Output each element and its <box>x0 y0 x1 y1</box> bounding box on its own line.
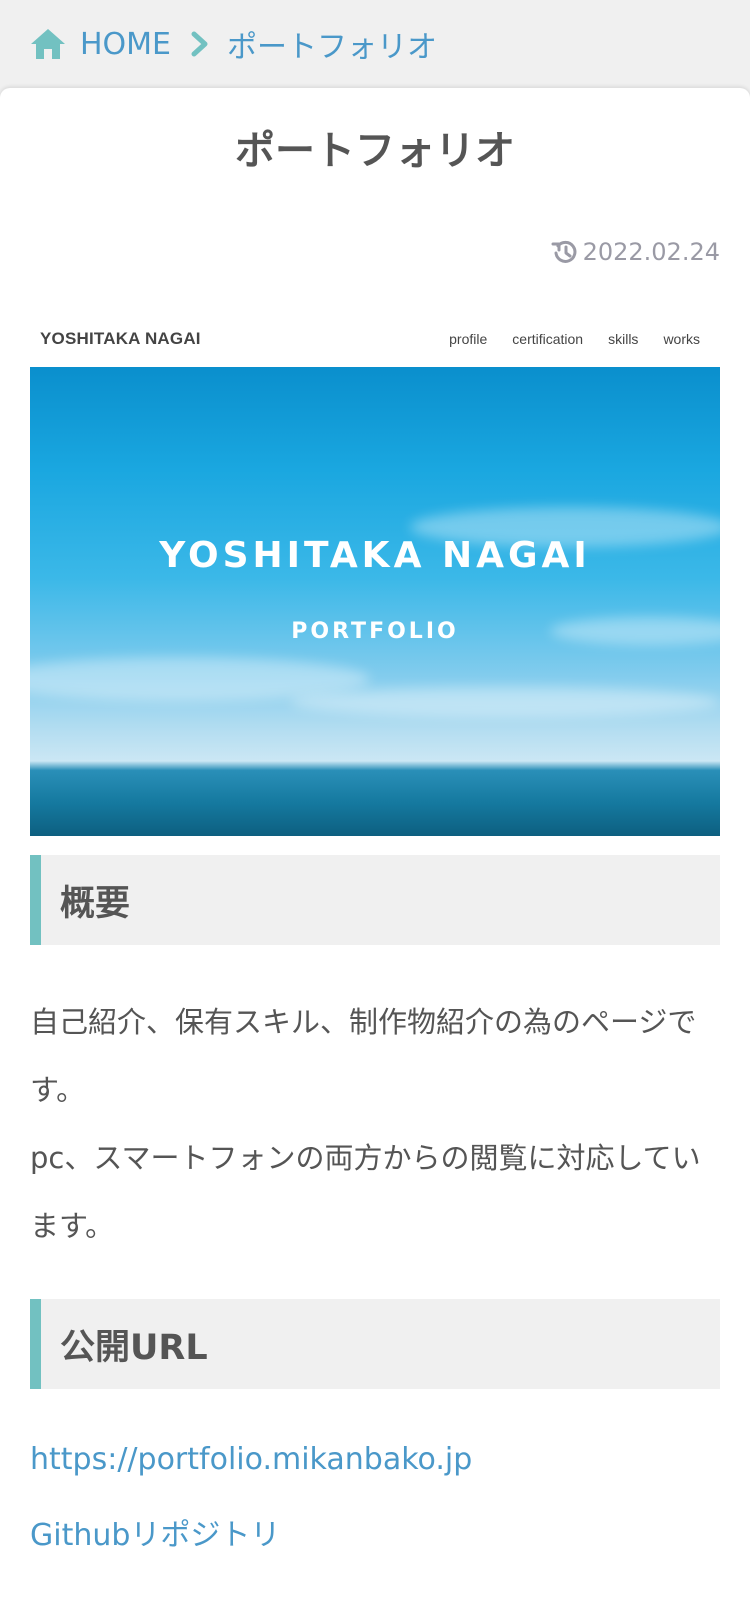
home-icon[interactable] <box>30 28 66 60</box>
screenshot-nav-works: works <box>663 330 700 347</box>
portfolio-site-link[interactable]: https://portfolio.mikanbako.jp <box>30 1442 472 1477</box>
screenshot-subtitle: PORTFOLIO <box>291 619 459 644</box>
cloud-shape <box>290 687 720 717</box>
portfolio-screenshot: YOSHITAKA NAGAI profile certification sk… <box>30 310 720 836</box>
github-repository-link[interactable]: Githubリポジトリ <box>30 1510 280 1554</box>
overview-text: 自己紹介、保有スキル、制作物紹介の為のページです。 pc、スマートフォンの両方か… <box>30 988 720 1260</box>
screenshot-title: YOSHITAKA NAGAI <box>159 535 591 576</box>
public-url-heading: 公開URL <box>30 1299 720 1389</box>
overview-paragraph-2: pc、スマートフォンの両方からの閲覧に対応しています。 <box>30 1141 701 1243</box>
screenshot-nav-certification: certification <box>512 330 584 347</box>
breadcrumb-home-link[interactable]: HOME <box>80 27 171 62</box>
screenshot-nav-profile: profile <box>449 330 488 347</box>
screenshot-nav-skills: skills <box>608 330 639 347</box>
chevron-right-icon <box>191 31 208 57</box>
page-title: ポートフォリオ <box>235 128 515 174</box>
screenshot-nav-links: profile certification skills works <box>449 331 700 347</box>
updated-date: 2022.02.24 <box>551 238 720 266</box>
screenshot-brand: YOSHITAKA NAGAI <box>40 328 201 348</box>
updated-date-text: 2022.02.24 <box>582 238 720 266</box>
screenshot-nav-bar: YOSHITAKA NAGAI profile certification sk… <box>30 310 720 367</box>
screenshot-sky-image: YOSHITAKA NAGAI PORTFOLIO <box>30 367 720 836</box>
overview-heading: 概要 <box>30 855 720 945</box>
breadcrumb: HOME ポートフォリオ <box>0 0 750 88</box>
history-icon <box>551 240 576 263</box>
overview-paragraph-1: 自己紹介、保有スキル、制作物紹介の為のページです。 <box>30 1005 697 1107</box>
breadcrumb-current-link[interactable]: ポートフォリオ <box>227 22 437 66</box>
